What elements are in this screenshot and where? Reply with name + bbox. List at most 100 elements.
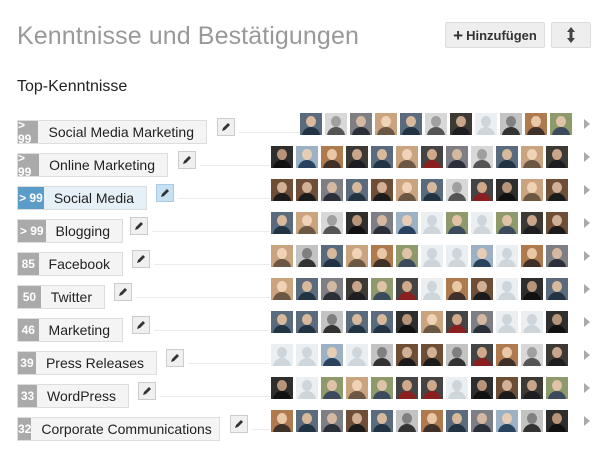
endorser-avatar[interactable] xyxy=(521,344,543,366)
endorser-avatar[interactable] xyxy=(321,311,343,333)
endorser-avatar[interactable] xyxy=(496,278,518,300)
endorser-avatar[interactable] xyxy=(371,344,393,366)
endorser-avatar[interactable] xyxy=(296,146,318,168)
endorser-avatar[interactable] xyxy=(346,344,368,366)
endorser-avatar[interactable] xyxy=(471,377,493,399)
endorser-avatar[interactable] xyxy=(546,344,568,366)
endorser-avatar[interactable] xyxy=(346,410,368,432)
endorser-avatar[interactable] xyxy=(546,311,568,333)
edit-skill-button[interactable] xyxy=(114,283,132,301)
endorser-avatar[interactable] xyxy=(496,179,518,201)
endorser-avatar[interactable] xyxy=(346,146,368,168)
skill-name[interactable]: WordPress xyxy=(37,385,128,407)
skill-name[interactable]: Press Releases xyxy=(36,352,156,374)
endorser-avatar[interactable] xyxy=(321,377,343,399)
endorser-avatar[interactable] xyxy=(471,311,493,333)
endorser-avatar[interactable] xyxy=(446,344,468,366)
endorser-avatar[interactable] xyxy=(396,146,418,168)
endorser-avatar[interactable] xyxy=(546,146,568,168)
endorser-avatar[interactable] xyxy=(421,311,443,333)
edit-skill-button[interactable] xyxy=(217,118,235,136)
endorser-avatar[interactable] xyxy=(521,278,543,300)
endorser-avatar[interactable] xyxy=(321,146,343,168)
skill-name[interactable]: Corporate Communications xyxy=(31,418,223,440)
skill-pill[interactable]: 85 Facebook xyxy=(17,252,123,276)
endorser-avatar[interactable] xyxy=(496,146,518,168)
endorser-avatar[interactable] xyxy=(321,179,343,201)
endorser-avatar[interactable] xyxy=(296,377,318,399)
endorser-avatar[interactable] xyxy=(500,113,522,135)
endorser-avatar[interactable] xyxy=(271,278,293,300)
endorser-avatar[interactable] xyxy=(521,212,543,234)
endorser-avatar[interactable] xyxy=(371,311,393,333)
chevron-right-icon[interactable] xyxy=(580,183,594,197)
endorser-avatar[interactable] xyxy=(375,113,397,135)
endorser-avatar[interactable] xyxy=(346,278,368,300)
endorser-avatar[interactable] xyxy=(346,179,368,201)
endorser-avatar[interactable] xyxy=(400,113,422,135)
endorser-avatar[interactable] xyxy=(271,311,293,333)
endorser-avatar[interactable] xyxy=(471,278,493,300)
endorser-avatar[interactable] xyxy=(321,212,343,234)
endorser-avatar[interactable] xyxy=(396,245,418,267)
endorser-avatar[interactable] xyxy=(371,146,393,168)
endorser-avatar[interactable] xyxy=(371,410,393,432)
skill-name[interactable]: Facebook xyxy=(39,253,122,275)
endorser-avatar[interactable] xyxy=(546,377,568,399)
endorser-avatar[interactable] xyxy=(471,344,493,366)
endorser-avatar[interactable] xyxy=(346,245,368,267)
endorser-avatar[interactable] xyxy=(396,311,418,333)
endorser-avatar[interactable] xyxy=(496,311,518,333)
skill-pill[interactable]: 33 WordPress xyxy=(17,384,129,408)
skill-pill[interactable]: > 99 Social Media Marketing xyxy=(17,118,207,146)
endorser-avatar[interactable] xyxy=(475,113,497,135)
endorser-avatar[interactable] xyxy=(496,410,518,432)
chevron-right-icon[interactable] xyxy=(580,315,594,329)
endorser-avatar[interactable] xyxy=(550,113,572,135)
endorser-avatar[interactable] xyxy=(296,278,318,300)
skill-name[interactable]: Twitter xyxy=(41,286,104,308)
endorser-avatar[interactable] xyxy=(296,179,318,201)
endorser-avatar[interactable] xyxy=(396,278,418,300)
endorser-avatar[interactable] xyxy=(421,146,443,168)
endorser-avatar[interactable] xyxy=(450,113,472,135)
endorser-avatar[interactable] xyxy=(521,410,543,432)
endorser-avatar[interactable] xyxy=(521,377,543,399)
skill-pill[interactable]: > 99 Blogging xyxy=(17,219,123,243)
endorser-avatar[interactable] xyxy=(446,377,468,399)
endorser-avatar[interactable] xyxy=(546,245,568,267)
endorser-avatar[interactable] xyxy=(396,410,418,432)
chevron-right-icon[interactable] xyxy=(580,381,594,395)
endorser-avatar[interactable] xyxy=(271,212,293,234)
endorser-avatar[interactable] xyxy=(521,146,543,168)
endorser-avatar[interactable] xyxy=(421,212,443,234)
endorser-avatar[interactable] xyxy=(446,278,468,300)
edit-skill-button[interactable] xyxy=(132,250,150,268)
endorser-avatar[interactable] xyxy=(496,377,518,399)
endorser-avatar[interactable] xyxy=(421,278,443,300)
endorser-avatar[interactable] xyxy=(396,179,418,201)
endorser-avatar[interactable] xyxy=(471,245,493,267)
skill-name[interactable]: Social Media xyxy=(43,187,146,209)
skill-pill[interactable]: 39 Press Releases xyxy=(17,351,157,375)
endorser-avatar[interactable] xyxy=(496,245,518,267)
endorser-avatar[interactable] xyxy=(546,179,568,201)
endorser-avatar[interactable] xyxy=(546,212,568,234)
skill-pill[interactable]: 50 Twitter xyxy=(17,285,105,309)
chevron-right-icon[interactable] xyxy=(580,216,594,230)
skill-name[interactable]: Online Marketing xyxy=(39,154,167,176)
chevron-right-icon[interactable] xyxy=(580,414,594,428)
edit-skill-button[interactable] xyxy=(178,151,196,169)
endorser-avatar[interactable] xyxy=(521,179,543,201)
endorser-avatar[interactable] xyxy=(471,146,493,168)
endorser-avatar[interactable] xyxy=(296,245,318,267)
chevron-right-icon[interactable] xyxy=(580,117,594,131)
edit-skill-button[interactable] xyxy=(166,349,184,367)
endorser-avatar[interactable] xyxy=(446,179,468,201)
edit-skill-button[interactable] xyxy=(138,382,156,400)
endorser-avatar[interactable] xyxy=(446,146,468,168)
endorser-avatar[interactable] xyxy=(471,179,493,201)
endorser-avatar[interactable] xyxy=(321,344,343,366)
endorser-avatar[interactable] xyxy=(421,377,443,399)
endorser-avatar[interactable] xyxy=(371,179,393,201)
